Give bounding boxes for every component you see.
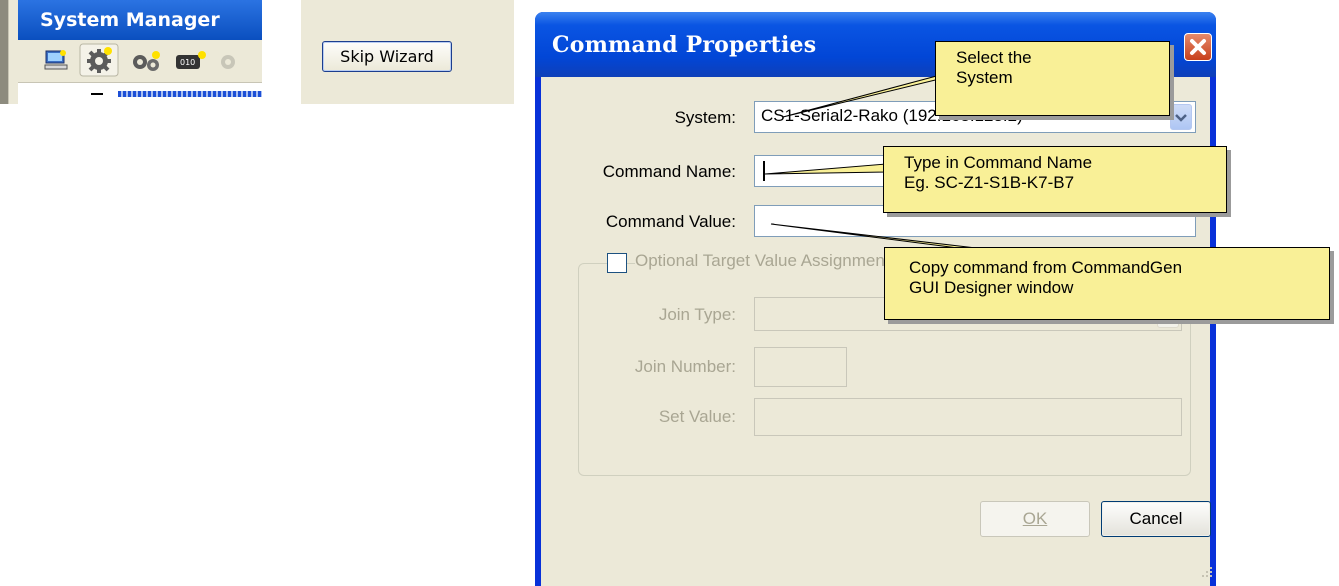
system-manager-toolbar: 010 <box>18 40 262 82</box>
svg-text:010: 010 <box>180 58 195 67</box>
panel-left-border <box>0 0 9 104</box>
callout-copy-command-text: Copy command from CommandGen GUI Designe… <box>909 258 1183 297</box>
close-icon <box>1190 39 1206 55</box>
join-number-label: Join Number: <box>634 357 736 376</box>
system-tree <box>18 82 262 105</box>
skip-wizard-button[interactable]: Skip Wizard <box>322 41 452 72</box>
system-manager-title: System Manager <box>40 9 220 31</box>
system-dropdown-button[interactable] <box>1170 104 1192 130</box>
set-value-input[interactable] <box>754 398 1182 436</box>
optional-target-label: Optional Target Value Assignment <box>635 251 894 271</box>
text-caret <box>763 161 765 181</box>
callout-select-system: Select the System <box>935 41 1170 116</box>
chevron-down-icon <box>1175 114 1187 122</box>
cancel-button-label: Cancel <box>1129 509 1183 528</box>
tree-collapse-icon[interactable] <box>91 93 103 95</box>
callout-command-name-text: Type in Command Name Eg. SC-Z1-S1B-K7-B7 <box>904 153 1093 192</box>
tree-node-selected[interactable] <box>118 91 262 97</box>
gears-icon[interactable] <box>129 49 163 73</box>
set-value-label: Set Value: <box>658 407 736 426</box>
command-icon[interactable]: 010 <box>174 49 208 73</box>
callout-copy-command: Copy command from CommandGen GUI Designe… <box>884 247 1330 320</box>
command-value-label: Command Value: <box>605 212 736 231</box>
gear-disabled-icon <box>221 55 235 69</box>
dialog-title: Command Properties <box>552 32 817 58</box>
join-type-label: Join Type: <box>658 305 736 324</box>
system-manager-titlebar: System Manager <box>18 0 262 40</box>
join-number-input[interactable] <box>754 347 847 387</box>
optional-target-checkbox[interactable] <box>607 253 627 273</box>
ok-button[interactable]: OK <box>980 501 1090 537</box>
close-button[interactable] <box>1184 33 1212 61</box>
cancel-button[interactable]: Cancel <box>1101 501 1211 537</box>
command-name-label: Command Name: <box>602 162 736 181</box>
resize-grip-icon[interactable] <box>1198 563 1214 579</box>
callout-command-name: Type in Command Name Eg. SC-Z1-S1B-K7-B7 <box>883 146 1227 213</box>
gear-icon[interactable] <box>79 43 119 77</box>
system-manager-panel: System Manager 010 <box>0 0 262 105</box>
wizard-panel: Skip Wizard <box>301 0 514 104</box>
ok-button-label: OK <box>1022 509 1048 528</box>
callout-select-system-text: Select the System <box>956 48 1032 87</box>
system-label: System: <box>674 108 736 127</box>
computer-icon[interactable] <box>43 49 69 73</box>
